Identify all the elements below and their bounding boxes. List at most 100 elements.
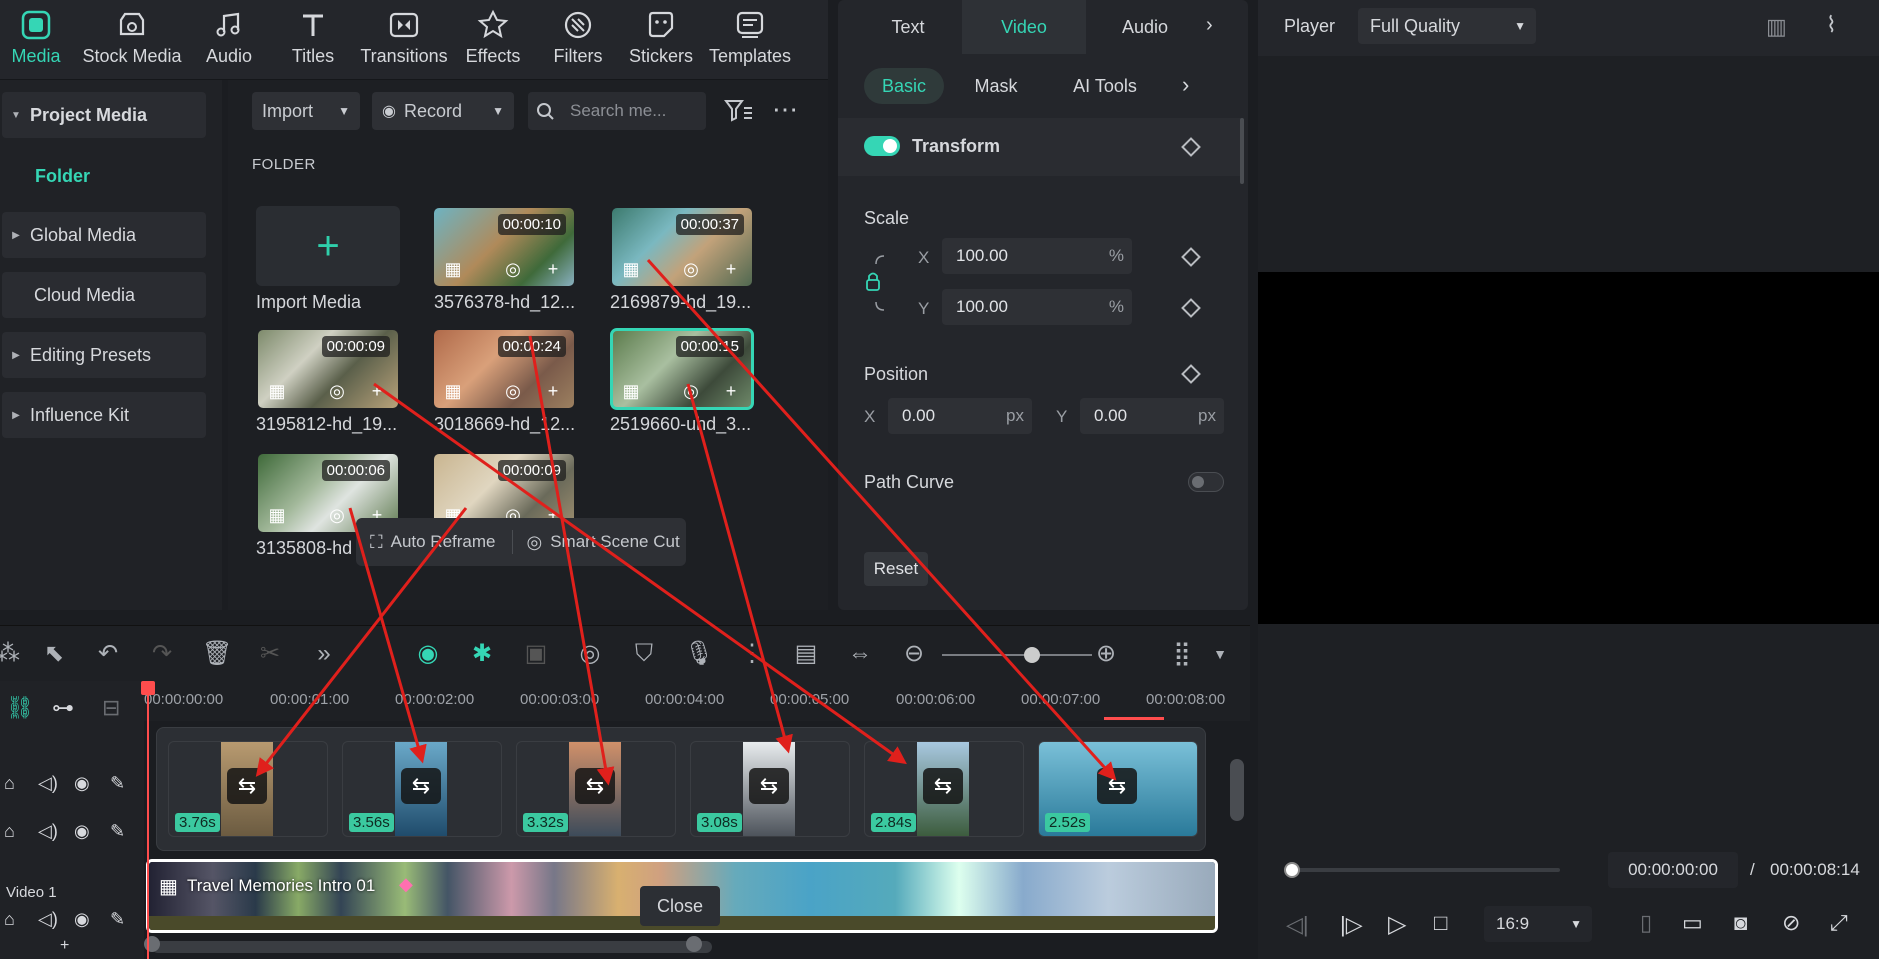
media-clip-thumbnail[interactable]: 00:00:10 ▦ ◎ + bbox=[434, 208, 574, 286]
add-to-timeline-icon[interactable]: + bbox=[720, 258, 742, 280]
reset-button[interactable]: Reset bbox=[864, 552, 928, 586]
ai-photo-icon[interactable]: ▣ bbox=[522, 640, 550, 668]
add-to-timeline-icon[interactable]: + bbox=[542, 258, 564, 280]
timeline-clip[interactable]: ⇆ 3.32s bbox=[516, 741, 676, 837]
media-clip-thumbnail[interactable]: 00:00:37 ▦ ◎ + bbox=[612, 208, 752, 286]
marker-icon[interactable]: ⛉ bbox=[630, 640, 658, 668]
scrollbar-handle-right[interactable] bbox=[686, 936, 702, 952]
scope-icon[interactable]: ⌇ bbox=[1826, 12, 1837, 38]
replace-icon[interactable]: ⇆ bbox=[401, 768, 441, 804]
mute-icon[interactable]: ◁) bbox=[38, 909, 58, 930]
replace-icon[interactable]: ⇆ bbox=[227, 768, 267, 804]
undo-icon[interactable]: ↶ bbox=[94, 640, 122, 668]
timeline-clip[interactable]: ⇆ 3.76s bbox=[168, 741, 328, 837]
aspect-ratio-dropdown[interactable]: 16:9 ▼ bbox=[1484, 906, 1592, 942]
filter-icon[interactable] bbox=[724, 98, 754, 124]
path-curve-toggle[interactable] bbox=[1188, 472, 1224, 492]
record-button[interactable]: ◉ Record ▼ bbox=[372, 92, 514, 130]
zoom-in-icon[interactable]: ⊕ bbox=[1092, 640, 1120, 668]
add-to-timeline-icon[interactable]: + bbox=[366, 380, 388, 402]
position-y-field[interactable]: 0.00 px bbox=[1080, 398, 1224, 434]
tool-audio[interactable]: Audio bbox=[181, 6, 277, 76]
stop-icon[interactable]: □ bbox=[1434, 910, 1447, 936]
panel-scrollbar[interactable] bbox=[1240, 118, 1244, 184]
add-to-timeline-icon[interactable]: + bbox=[720, 380, 742, 402]
sidebar-item-influence-kit[interactable]: ▶ Influence Kit bbox=[2, 392, 206, 438]
import-media-card[interactable]: + bbox=[256, 206, 400, 286]
mute-icon[interactable]: ◁) bbox=[38, 821, 58, 842]
lock-icon[interactable]: ⌂ bbox=[4, 773, 15, 794]
quality-dropdown[interactable]: Full Quality ▼ bbox=[1358, 8, 1536, 44]
playhead-handle[interactable] bbox=[141, 681, 155, 695]
mute-icon[interactable]: ◁) bbox=[38, 773, 58, 794]
more-tools-icon[interactable]: » bbox=[310, 640, 338, 668]
media-clip-thumbnail[interactable]: 00:00:09 ▦ ◎ + bbox=[258, 330, 398, 408]
media-clip-thumbnail[interactable]: 00:00:24 ▦ ◎ + bbox=[434, 330, 574, 408]
next-frame-icon[interactable]: |▷ bbox=[1340, 912, 1363, 938]
smart-scene-cut-button[interactable]: Smart Scene Cut bbox=[550, 532, 679, 552]
voiceover-icon[interactable]: 🎙︎ bbox=[684, 640, 714, 668]
tool-effects[interactable]: Effects bbox=[445, 6, 541, 76]
scale-x-field[interactable]: 100.00 % bbox=[942, 238, 1132, 274]
tab-audio[interactable]: Audio bbox=[1090, 0, 1200, 54]
sidebar-item-folder[interactable]: Folder bbox=[35, 166, 90, 187]
display-icon[interactable]: ▭ bbox=[1682, 910, 1703, 936]
delete-icon[interactable]: 🗑︎ bbox=[202, 640, 232, 668]
snapshot-icon[interactable]: ◙ bbox=[1734, 910, 1747, 936]
keyframe-icon[interactable] bbox=[1181, 364, 1201, 384]
eye-icon[interactable]: ◉ bbox=[74, 821, 90, 842]
eye-icon[interactable]: ◉ bbox=[74, 909, 90, 930]
tab-text[interactable]: Text bbox=[858, 0, 958, 54]
scale-y-field[interactable]: 100.00 % bbox=[942, 289, 1132, 325]
zoom-slider-handle[interactable] bbox=[1024, 647, 1040, 663]
sidebar-item-global-media[interactable]: ▶ Global Media bbox=[2, 212, 206, 258]
chevron-right-icon[interactable]: › bbox=[1206, 14, 1213, 37]
subtab-basic[interactable]: Basic bbox=[864, 68, 944, 104]
track-height-icon[interactable]: ⣿ bbox=[1168, 640, 1196, 668]
layout-icon[interactable]: ▥ bbox=[1766, 14, 1787, 40]
replace-icon[interactable]: ⇆ bbox=[575, 768, 615, 804]
snap-icon[interactable]: ✱ bbox=[468, 640, 496, 668]
tool-templates[interactable]: Templates bbox=[702, 6, 798, 76]
position-x-field[interactable]: 0.00 px bbox=[888, 398, 1032, 434]
track-manager-icon[interactable]: ⊟ bbox=[102, 695, 120, 721]
timeline-clip[interactable]: ⇆ 3.08s bbox=[690, 741, 850, 837]
fit-timeline-icon[interactable]: ⇔ bbox=[846, 640, 874, 668]
sidebar-item-editing-presets[interactable]: ▶ Editing Presets bbox=[2, 332, 206, 378]
tab-video[interactable]: Video bbox=[962, 0, 1086, 54]
tool-titles[interactable]: Titles bbox=[265, 6, 361, 76]
chevron-right-icon[interactable]: › bbox=[1182, 72, 1189, 98]
track-effect-icon[interactable]: ✎ bbox=[110, 773, 125, 794]
chevron-down-icon[interactable]: ▼ bbox=[1206, 640, 1234, 668]
search-input[interactable]: Search me... bbox=[528, 92, 706, 130]
ai-video-enhancer-icon[interactable]: ▤ bbox=[792, 640, 820, 668]
tool-stock-media[interactable]: Stock Media bbox=[82, 6, 182, 76]
timeline-clip[interactable]: ⇆ 2.52s bbox=[1038, 741, 1198, 837]
track-effect-icon[interactable]: ✎ bbox=[110, 909, 125, 930]
ai-mate-icon[interactable]: ◉ bbox=[414, 640, 442, 668]
zoom-slider[interactable] bbox=[942, 654, 1092, 656]
close-button[interactable]: Close bbox=[640, 886, 720, 926]
tool-transitions[interactable]: Transitions bbox=[356, 6, 452, 76]
horizontal-scrollbar[interactable] bbox=[152, 941, 712, 953]
zoom-out-icon[interactable]: ⊖ bbox=[900, 640, 928, 668]
eye-icon[interactable]: ◉ bbox=[74, 773, 90, 794]
vertical-scrollbar[interactable] bbox=[1230, 759, 1244, 821]
more-options-icon[interactable]: ⋯ bbox=[772, 94, 799, 125]
device-preview-icon[interactable]: ▯ bbox=[1640, 910, 1652, 936]
lock-ratio-icon[interactable] bbox=[864, 252, 898, 316]
playhead[interactable] bbox=[147, 684, 149, 959]
replace-icon[interactable]: ⇆ bbox=[749, 768, 789, 804]
timeline-clip[interactable]: ⇆ 3.56s bbox=[342, 741, 502, 837]
tool-stickers[interactable]: Stickers bbox=[613, 6, 709, 76]
redo-icon[interactable]: ↷ bbox=[148, 640, 176, 668]
add-track-icon[interactable]: + bbox=[60, 937, 69, 955]
subtitle-icon[interactable]: ⋮ bbox=[738, 640, 766, 668]
auto-reframe-button[interactable]: Auto Reframe bbox=[391, 532, 496, 552]
transform-toggle[interactable] bbox=[864, 136, 900, 156]
lock-icon[interactable]: ⌂ bbox=[4, 909, 15, 930]
playback-scrubber[interactable] bbox=[1284, 862, 1300, 878]
tool-filters[interactable]: Filters bbox=[530, 6, 626, 76]
replace-icon[interactable]: ⇆ bbox=[1097, 768, 1137, 804]
sidebar-item-cloud-media[interactable]: Cloud Media bbox=[2, 272, 206, 318]
